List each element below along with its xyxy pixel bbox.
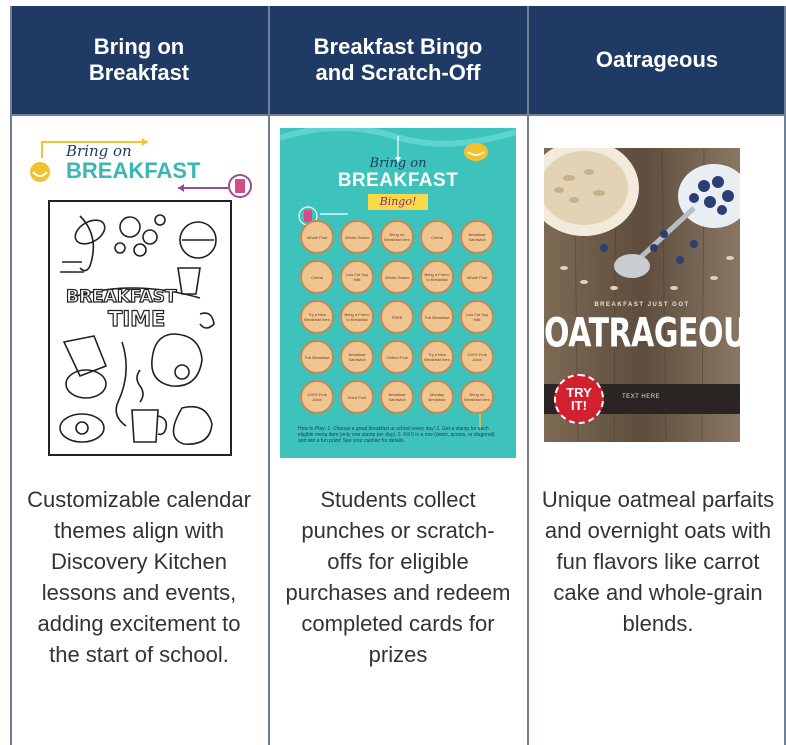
bingo-cell: Breakfast Sandwich — [460, 220, 494, 254]
bingo-cell: Whole Fruit — [300, 220, 334, 254]
bingo-cell: Full Breakfast — [420, 300, 454, 334]
header-divider — [10, 114, 786, 116]
bingo-cell: Cereal — [300, 260, 334, 294]
bingo-cell: Bring on Breakfast Item — [380, 220, 414, 254]
bingo-cell: 100% Fruit Juice — [300, 380, 334, 414]
try-it-badge: TRY IT! — [554, 374, 604, 424]
bingo-cell: Bring a Friend to Breakfast — [340, 300, 374, 334]
svg-text:TIME: TIME — [108, 307, 165, 331]
bingo-cell: Whole Grains — [340, 220, 374, 254]
breakfast-programs-table: Bring on Breakfast Breakfast Bingo and Scr… — [10, 6, 786, 745]
breakfast-time-coloring-illustration: BREAKFAST TIME — [59, 214, 217, 445]
bingo-cell: Low Fat Soy Milk — [460, 300, 494, 334]
header-breakfast-bingo: Breakfast Bingo and Scratch-Off — [313, 34, 483, 85]
bring-on-breakfast-poster: Bring on BREAKFAST BREAKFAST TIME — [28, 128, 258, 458]
bingo-cell: Bring on Breakfast Item — [460, 380, 494, 414]
header-oatrageous: Oatrageous — [595, 47, 719, 72]
bingo-cell: Breakfast Sandwich — [340, 340, 374, 374]
breakfast-bingo-poster: Bring on BREAKFAST Bingo! Whole Fruit Who… — [280, 128, 516, 458]
bingo-cell: Whole Fruit — [460, 260, 494, 294]
bingo-cell: Breakfast Sandwich — [380, 380, 414, 414]
bingo-cell: Try a New Breakfast Item — [300, 300, 334, 334]
bring-on-breakfast-logo: Bring on BREAKFAST — [30, 138, 252, 198]
bingo-cell: Dried Fruit — [340, 380, 374, 414]
oatrageous-headline: OATRAGEOUS! — [544, 310, 740, 358]
column-divider-1 — [268, 6, 270, 745]
column-divider-2 — [527, 6, 529, 745]
bingo-cell: Bring a Friend to Breakfast — [420, 260, 454, 294]
bingo-cell: Try a New Breakfast Item — [420, 340, 454, 374]
bingo-cell: Whole Grains — [380, 260, 414, 294]
bingo-cell: FREE — [380, 300, 414, 334]
bingo-title-breakfast: BREAKFAST — [337, 170, 459, 191]
svg-text:BREAKFAST: BREAKFAST — [66, 287, 177, 307]
bingo-cell: Chilled Fruit — [380, 340, 414, 374]
bingo-cell: Low Fat Soy Milk — [340, 260, 374, 294]
oatrageous-tagline: BREAKFAST JUST GOT — [594, 302, 690, 308]
column-border-left — [10, 6, 12, 745]
oatrageous-poster: BREAKFAST JUST GOT OATRAGEOUS! TRYIT! TE… — [544, 148, 740, 442]
bingo-cell: Monday Breakfast — [420, 380, 454, 414]
coloring-sheet-frame: BREAKFAST TIME — [48, 200, 232, 456]
description-oatrageous: Unique oatmeal parfaits and overnight oa… — [541, 487, 775, 636]
description-breakfast-bingo: Students collect punches or scratch-offs… — [285, 487, 511, 667]
logo-text-breakfast: BREAKFAST — [66, 158, 201, 183]
bingo-cell: Cereal — [420, 220, 454, 254]
bingo-badge: Bingo! — [368, 194, 428, 210]
bingo-how-to-play: How to Play: 1. Choose a great breakfast… — [298, 426, 495, 444]
oatrageous-placeholder-text: TEXT HERE — [622, 394, 661, 400]
bingo-cell: Full Breakfast — [300, 340, 334, 374]
description-bring-on-breakfast: Customizable calendar themes align with … — [27, 487, 251, 667]
bingo-cell: 100% Fruit Juice — [460, 340, 494, 374]
bingo-title-bring-on: Bring on — [369, 156, 427, 171]
column-border-right — [784, 6, 786, 745]
header-bring-on-breakfast: Bring on Breakfast — [88, 34, 190, 85]
